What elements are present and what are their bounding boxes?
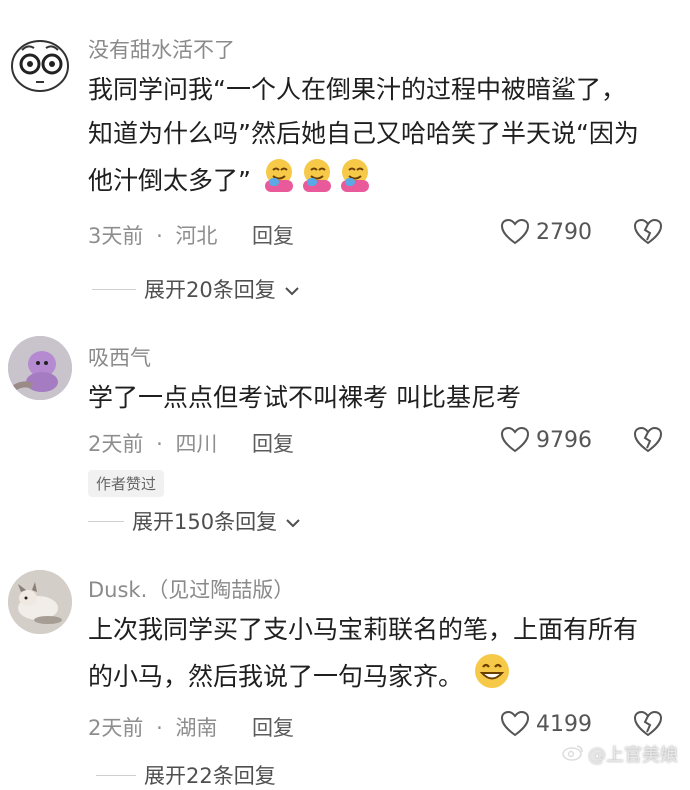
username[interactable]: 吸西气 — [88, 342, 151, 372]
chevron-down-icon — [285, 509, 301, 533]
dislike-button[interactable] — [632, 426, 664, 458]
expand-replies[interactable]: 展开22条回复 — [96, 760, 276, 790]
comment-meta: 2天前 · 湖南 — [88, 712, 217, 742]
watermark-text: @上官美娘 — [588, 745, 678, 766]
weibo-icon — [562, 743, 584, 766]
dislike-button[interactable] — [632, 218, 664, 250]
dislike-button[interactable] — [632, 710, 664, 742]
heart-icon — [500, 426, 530, 453]
avatar[interactable] — [8, 336, 72, 400]
timestamp: 2天前 — [88, 716, 144, 740]
reply-button[interactable]: 回复 — [252, 428, 294, 458]
broken-heart-icon — [633, 710, 663, 737]
expand-replies[interactable]: 展开20条回复 — [92, 274, 300, 304]
comment-text: 上次我同学买了支小马宝莉联名的笔，上面有所有的小马，然后我说了一句马家齐。 — [88, 608, 648, 704]
like-button[interactable]: 2790 — [500, 218, 592, 246]
separator: · — [156, 224, 163, 248]
hug-emoji — [261, 156, 373, 208]
grin-emoji — [473, 652, 511, 704]
location: 河北 — [175, 224, 218, 248]
divider-line — [88, 520, 124, 522]
avatar[interactable] — [8, 32, 72, 96]
chevron-down-icon — [284, 277, 300, 301]
watermark: @上官美娘 — [562, 741, 678, 767]
reply-button[interactable]: 回复 — [252, 712, 294, 742]
separator: · — [156, 432, 163, 456]
comment-text: 学了一点点但考试不叫裸考 叫比基尼考 — [88, 383, 521, 412]
expand-label: 展开150条回复 — [132, 510, 278, 534]
broken-heart-icon — [633, 426, 663, 453]
comment-text-content: 上次我同学买了支小马宝莉联名的笔，上面有所有的小马，然后我说了一句马家齐。 — [88, 615, 639, 691]
avatar[interactable] — [8, 570, 72, 634]
comment-meta: 3天前 · 河北 — [88, 220, 217, 250]
plush-toy-avatar — [8, 336, 72, 400]
comment-text: 我同学问我“一个人在倒果汁的过程中被暗鲨了，知道为什么吗”然后她自己又哈哈笑了半… — [88, 68, 648, 208]
timestamp: 3天前 — [88, 224, 144, 248]
like-button[interactable]: 4199 — [500, 710, 592, 738]
author-liked-badge: 作者赞过 — [88, 470, 165, 497]
like-count: 2790 — [536, 219, 592, 245]
heart-icon — [500, 710, 530, 737]
like-count: 9796 — [536, 427, 592, 453]
expand-label: 展开20条回复 — [144, 278, 276, 302]
reply-button[interactable]: 回复 — [252, 220, 294, 250]
heart-icon — [500, 218, 530, 245]
separator: · — [156, 716, 163, 740]
username[interactable]: 没有甜水活不了 — [88, 34, 235, 64]
comment-meta: 2天前 · 四川 — [88, 428, 217, 458]
expand-label: 展开22条回复 — [144, 764, 276, 788]
location: 湖南 — [175, 716, 218, 740]
dog-photo-avatar — [8, 570, 72, 634]
location: 四川 — [175, 432, 218, 456]
timestamp: 2天前 — [88, 432, 144, 456]
like-count: 4199 — [536, 711, 592, 737]
username[interactable]: Dusk.（见过陶喆版） — [88, 574, 294, 604]
expand-replies[interactable]: 展开150条回复 — [88, 506, 301, 536]
broken-heart-icon — [633, 218, 663, 245]
divider-line — [92, 288, 136, 290]
like-button[interactable]: 9796 — [500, 426, 592, 454]
cartoon-face-icon — [11, 40, 69, 92]
